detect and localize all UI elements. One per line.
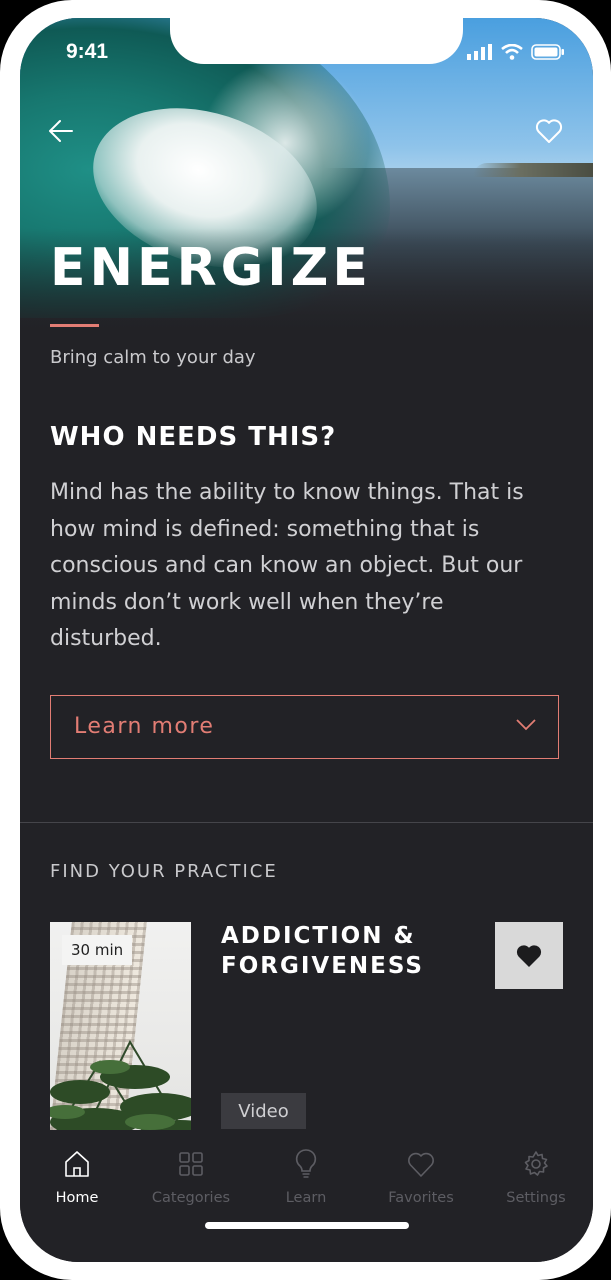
arrow-left-icon [49,120,73,142]
tab-favorites[interactable]: Favorites [364,1148,478,1206]
page-title: ENERGIZE [50,238,372,298]
app-screen: 9:41 ENERGIZE Bring calm to your day WHO… [20,18,593,1262]
home-icon [65,1151,89,1177]
tab-label: Learn [285,1190,327,1206]
tab-bar: Home Categories Learn Favorites Settings [20,1130,593,1262]
practice-thumbnail[interactable]: 30 min [50,922,191,1130]
back-button[interactable] [48,118,74,148]
tab-home[interactable]: Home [20,1148,134,1206]
shoreline [473,163,593,177]
battery-icon [531,44,564,60]
title-accent-rule [50,324,99,327]
tab-label: Categories [151,1190,231,1206]
tab-label: Home [55,1190,99,1206]
practice-title[interactable]: ADDICTION & FORGIVENESS [221,921,451,981]
home-indicator[interactable] [205,1222,409,1229]
status-bar: 9:41 [20,18,593,78]
section-divider [20,822,593,823]
page-subtitle: Bring calm to your day [50,347,256,368]
gear-icon [524,1151,548,1176]
pine-tree-image [50,1039,191,1130]
duration-badge: 30 min [62,935,133,965]
tab-label: Settings [506,1190,566,1206]
heart-icon [408,1152,434,1177]
learn-more-button[interactable]: Learn more [50,695,559,759]
content-type-badge: Video [221,1093,306,1129]
lightbulb-icon [295,1149,317,1178]
favorite-toggle-button[interactable] [535,118,563,148]
tab-learn[interactable]: Learn [249,1148,363,1206]
status-time: 9:41 [66,40,109,63]
heart-outline-icon [535,119,563,143]
tab-label: Favorites [388,1190,454,1206]
chevron-down-icon [516,719,536,731]
heart-filled-icon [516,944,542,967]
description-text: Mind has the ability to know things. Tha… [50,480,524,651]
signal-icon [467,44,492,60]
status-icons [467,44,565,60]
learn-more-label: Learn more [74,714,215,739]
wifi-icon [501,44,523,60]
tab-settings[interactable]: Settings [479,1148,593,1206]
grid-icon [179,1152,203,1176]
section-heading: WHO NEEDS THIS? [50,422,337,452]
phone-frame: 9:41 ENERGIZE Bring calm to your day WHO… [0,0,611,1280]
practice-favorite-button[interactable] [495,922,563,989]
tab-categories[interactable]: Categories [134,1148,248,1206]
practice-section-label: FIND YOUR PRACTICE [50,861,278,882]
